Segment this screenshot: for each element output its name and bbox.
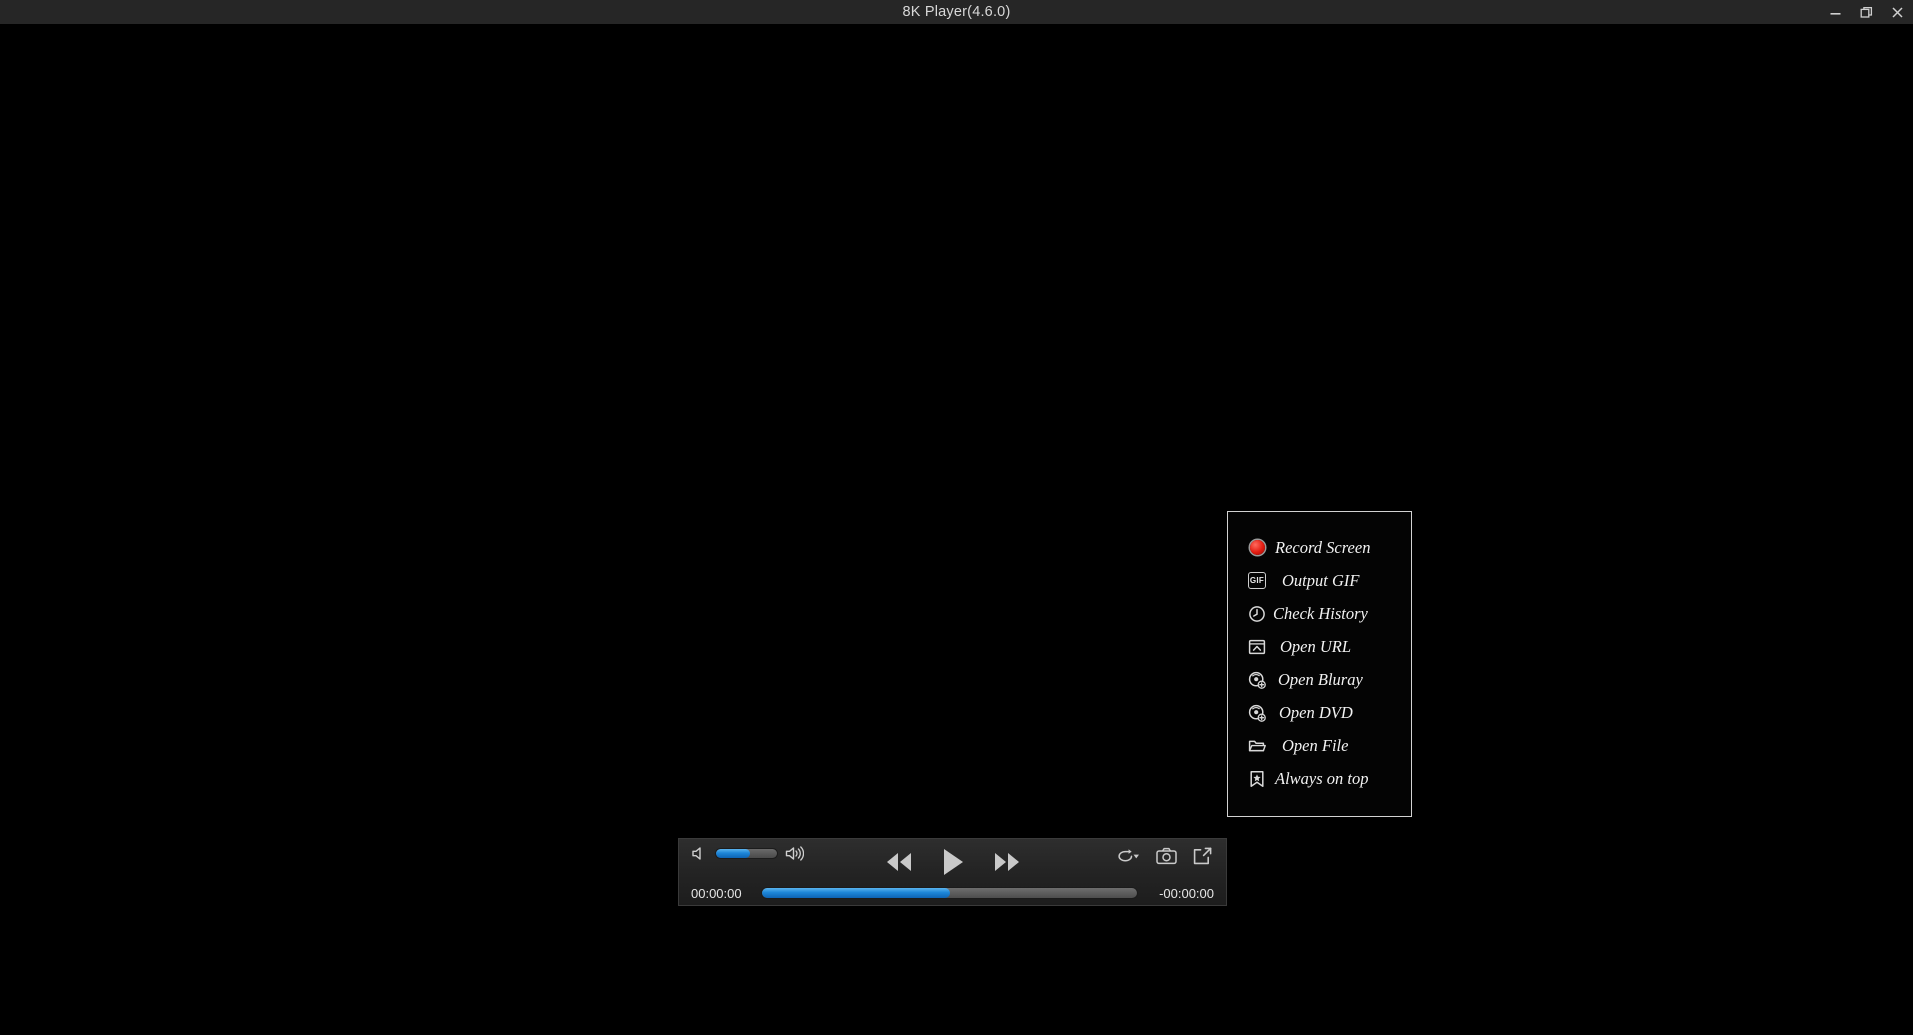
disc-add-icon [1247, 670, 1267, 690]
restore-icon [1860, 6, 1873, 18]
seek-row: 00:00:00 -00:00:00 [679, 882, 1226, 904]
menu-item-label: Output GIF [1282, 570, 1360, 590]
remaining-time: -00:00:00 [1159, 885, 1214, 901]
window-controls [1820, 0, 1913, 24]
menu-item-label: Open File [1282, 735, 1349, 755]
menu-item-check-history[interactable]: Check History [1228, 597, 1411, 630]
minimize-button[interactable] [1820, 0, 1851, 24]
menu-item-label: Record Screen [1275, 537, 1371, 557]
menu-item-output-gif[interactable]: GIF Output GIF [1228, 564, 1411, 597]
menu-item-label: Open URL [1280, 636, 1352, 656]
player-window: 8K Player(4.6.0) Record Screen GIF Outpu… [0, 0, 1913, 1035]
menu-item-label: Check History [1273, 603, 1368, 623]
player-control-bar: 00:00:00 -00:00:00 [678, 838, 1227, 906]
menu-item-label: Open DVD [1279, 702, 1353, 722]
repeat-button[interactable] [1116, 847, 1140, 865]
menu-item-open-file[interactable]: Open File [1228, 729, 1411, 762]
menu-item-open-bluray[interactable]: Open Bluray [1228, 663, 1411, 696]
play-icon [943, 849, 963, 875]
rewind-button[interactable] [884, 851, 914, 873]
rewind-icon [886, 853, 911, 871]
minimize-icon [1830, 12, 1841, 15]
title-bar: 8K Player(4.6.0) [0, 0, 1913, 24]
gif-icon: GIF [1247, 571, 1267, 591]
fast-forward-icon [994, 853, 1019, 871]
menu-item-open-url[interactable]: Open URL [1228, 630, 1411, 663]
elapsed-time: 00:00:00 [691, 885, 742, 901]
window-title: 8K Player(4.6.0) [902, 4, 1011, 20]
progress-slider[interactable] [761, 887, 1138, 899]
volume-slider-fill [716, 849, 750, 858]
restore-button[interactable] [1851, 0, 1882, 24]
repeat-dropdown-icon [1118, 849, 1139, 862]
fast-forward-button[interactable] [992, 851, 1022, 873]
clock-icon [1247, 604, 1267, 624]
progress-slider-fill [762, 888, 950, 898]
speaker-high-icon[interactable] [785, 845, 804, 862]
volume-control [691, 845, 804, 862]
close-button[interactable] [1882, 0, 1913, 24]
volume-slider[interactable] [715, 848, 778, 859]
snapshot-button[interactable] [1156, 847, 1177, 865]
menu-item-open-dvd[interactable]: Open DVD [1228, 696, 1411, 729]
export-button[interactable] [1193, 847, 1212, 865]
record-dot-icon [1247, 538, 1267, 558]
menu-item-always-on-top[interactable]: Always on top [1228, 762, 1411, 795]
folder-open-icon [1247, 736, 1267, 756]
open-url-icon [1247, 637, 1267, 657]
context-menu: Record Screen GIF Output GIF Check Histo… [1227, 511, 1412, 817]
menu-item-record-screen[interactable]: Record Screen [1228, 531, 1411, 564]
bookmark-star-icon [1247, 769, 1267, 789]
disc-add-icon [1247, 703, 1267, 723]
menu-item-label: Open Bluray [1278, 669, 1363, 689]
control-row [679, 839, 1226, 879]
camera-icon [1156, 847, 1177, 865]
export-icon [1193, 847, 1212, 865]
utility-controls [1116, 847, 1212, 865]
menu-item-label: Always on top [1275, 768, 1369, 788]
speaker-low-icon[interactable] [691, 845, 708, 862]
close-icon [1892, 6, 1903, 18]
play-button[interactable] [940, 847, 966, 877]
